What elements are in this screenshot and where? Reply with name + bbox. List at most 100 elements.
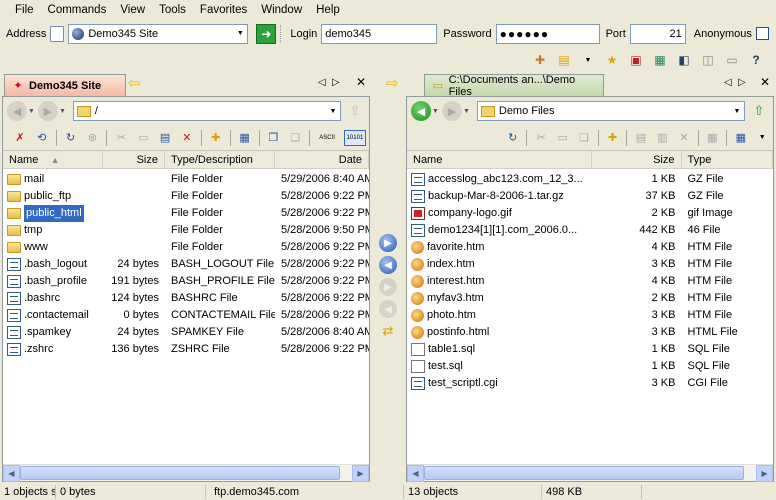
table-row[interactable]: .bashrc 124 bytes BASHRC File 5/28/2006 9:2… (3, 290, 369, 307)
scroll-left-icon[interactable]: ◀ (407, 464, 424, 482)
paste-icon[interactable]: ❏ (287, 130, 303, 146)
table-row[interactable]: mail File Folder 5/29/2006 8:40 AM (3, 171, 369, 188)
close-icon[interactable]: ✕ (356, 75, 366, 89)
new-folder-icon[interactable]: ✚ (605, 130, 620, 146)
table-row[interactable]: public_ftp File Folder 5/28/2006 9:22 PM (3, 188, 369, 205)
port-input[interactable]: 21 (629, 23, 686, 44)
menu-window[interactable]: Window (254, 4, 309, 16)
chevron-down-icon[interactable]: ▼ (233, 25, 247, 43)
cut-icon[interactable]: ✂ (113, 130, 129, 146)
tab-demo-files[interactable]: ▭ C:\Documents an...\Demo Files (424, 74, 604, 98)
scroll-track[interactable] (424, 465, 756, 482)
table-row[interactable]: company-logo.gif 2 KB gif Image (407, 205, 773, 222)
column-size[interactable]: Size (592, 151, 682, 169)
remote-path-combo[interactable]: / ▼ (72, 101, 341, 121)
table-row[interactable]: postinfo.html 3 KB HTML File (407, 324, 773, 341)
arrow-left-icon[interactable]: ⇦ (128, 76, 150, 92)
dual-pane-icon[interactable]: ◫ (699, 51, 717, 69)
menu-tools[interactable]: Tools (152, 4, 193, 16)
stop-icon[interactable]: ⊗ (85, 130, 101, 146)
column-type[interactable]: Type (682, 151, 773, 169)
password-input[interactable]: ●●●●●● (495, 23, 600, 44)
column-date[interactable]: Date (275, 151, 369, 169)
tab-prev-icon[interactable]: ◁ (724, 77, 732, 88)
chevron-down-icon[interactable]: ▼ (59, 108, 66, 115)
local-path-combo[interactable]: Demo Files ▼ (476, 101, 745, 121)
favorites-star-icon[interactable]: ★ (603, 51, 621, 69)
tab-prev-icon[interactable]: ◁ (318, 77, 326, 88)
table-row[interactable]: table1.sql 1 KB SQL File (407, 341, 773, 358)
connect-site-icon[interactable]: ✚ (531, 51, 549, 69)
scroll-right-icon[interactable]: ▶ (756, 464, 773, 482)
arrow-right-icon[interactable]: ⇨ (386, 76, 408, 92)
tab-next-icon[interactable]: ▷ (738, 77, 746, 88)
table-row[interactable]: backup-Mar-8-2006-1.tar.gz 37 KB GZ File (407, 188, 773, 205)
properties-icon[interactable]: ▦ (237, 130, 253, 146)
scroll-thumb[interactable] (20, 465, 340, 480)
queue-icon[interactable]: ▣ (627, 51, 645, 69)
properties-icon[interactable]: ▦ (705, 130, 720, 146)
chevron-down-icon[interactable]: ▼ (755, 130, 770, 146)
table-row[interactable]: myfav3.htm 2 KB HTM File (407, 290, 773, 307)
forward-icon[interactable]: ▶ (37, 101, 58, 121)
chevron-down-icon[interactable]: ▼ (28, 108, 35, 115)
connect-button[interactable]: ➜ (256, 23, 277, 44)
refresh-icon[interactable]: ↻ (505, 130, 520, 146)
column-type[interactable]: Type/Description (165, 151, 275, 169)
table-row[interactable]: demo1234[1][1].com_2006.0... 442 KB 46 Fil… (407, 222, 773, 239)
table-row[interactable]: favorite.htm 4 KB HTM File (407, 239, 773, 256)
sync-folders-icon[interactable]: ⇄ (379, 322, 397, 340)
forward-icon[interactable]: ▶ (441, 101, 462, 121)
chevron-down-icon[interactable]: ▼ (463, 108, 470, 115)
table-row[interactable]: public_html File Folder 5/28/2006 9:22 PM (3, 205, 369, 222)
table-row[interactable]: .zshrc 136 bytes ZSHRC File 5/28/2006 9:22 … (3, 341, 369, 358)
cut-icon[interactable]: ✂ (533, 130, 548, 146)
delete-icon[interactable]: ✕ (676, 130, 691, 146)
column-name[interactable]: Name (407, 151, 592, 169)
chevron-down-icon[interactable]: ▼ (326, 102, 340, 120)
scroll-left-icon[interactable]: ◀ (3, 464, 20, 482)
menu-file[interactable]: File (8, 4, 41, 16)
table-row[interactable]: test_scriptl.cgi 3 KB CGI File (407, 375, 773, 392)
local-hscrollbar[interactable]: ◀ ▶ (407, 464, 773, 482)
table-row[interactable]: test.sql 1 KB SQL File (407, 358, 773, 375)
tab-demo345-site[interactable]: ✦ Demo345 Site (4, 74, 126, 96)
ascii-mode-icon[interactable]: ASCII (316, 130, 338, 146)
table-row[interactable]: accesslog_abc123.com_12_3... 1 KB GZ File (407, 171, 773, 188)
transfer-right-icon[interactable]: ▶ (379, 234, 397, 252)
view-mode-icon[interactable]: ▦ (733, 130, 748, 146)
edit-icon[interactable]: ▥ (655, 130, 670, 146)
transfer-disabled-icon[interactable]: ◀ (379, 300, 397, 318)
table-row[interactable]: .contactemail 0 bytes CONTACTEMAIL File 5/2… (3, 307, 369, 324)
table-row[interactable]: .bash_profile 191 bytes BASH_PROFILE File 5… (3, 273, 369, 290)
table-row[interactable]: index.htm 3 KB HTM File (407, 256, 773, 273)
up-folder-icon[interactable]: ⇧ (345, 101, 365, 121)
up-folder-icon[interactable]: ⇧ (749, 101, 769, 121)
copy-icon[interactable]: ▭ (555, 130, 570, 146)
graph-icon[interactable]: ▦ (651, 51, 669, 69)
login-input[interactable]: demo345 (321, 23, 438, 44)
refresh-icon[interactable]: ↻ (63, 130, 79, 146)
scroll-right-icon[interactable]: ▶ (352, 464, 369, 482)
new-folder-icon[interactable]: ✚ (208, 130, 224, 146)
chevron-down-icon[interactable]: ▼ (432, 108, 439, 115)
table-row[interactable]: .spamkey 24 bytes SPAMKEY File 5/28/2006 8:… (3, 324, 369, 341)
reconnect-icon[interactable]: ⟲ (34, 130, 50, 146)
table-row[interactable]: www File Folder 5/28/2006 9:22 PM (3, 239, 369, 256)
table-row[interactable]: interest.htm 4 KB HTM File (407, 273, 773, 290)
menu-favorites[interactable]: Favorites (193, 4, 254, 16)
rename-icon[interactable]: ▤ (633, 130, 648, 146)
paste-icon[interactable]: ❏ (576, 130, 591, 146)
scroll-track[interactable] (20, 465, 352, 482)
help-icon[interactable]: ? (747, 51, 765, 69)
close-icon[interactable]: ✕ (760, 75, 770, 89)
toolbar-grip[interactable] (280, 24, 284, 43)
copy-icon[interactable]: ▭ (135, 130, 151, 146)
transfer-left-icon[interactable]: ◀ (379, 256, 397, 274)
menu-commands[interactable]: Commands (41, 4, 114, 16)
menu-help[interactable]: Help (309, 4, 347, 16)
tab-next-icon[interactable]: ▷ (332, 77, 340, 88)
chevron-down-icon[interactable]: ▼ (579, 51, 597, 69)
single-pane-icon[interactable]: ◧ (675, 51, 693, 69)
scroll-thumb[interactable] (424, 465, 744, 480)
